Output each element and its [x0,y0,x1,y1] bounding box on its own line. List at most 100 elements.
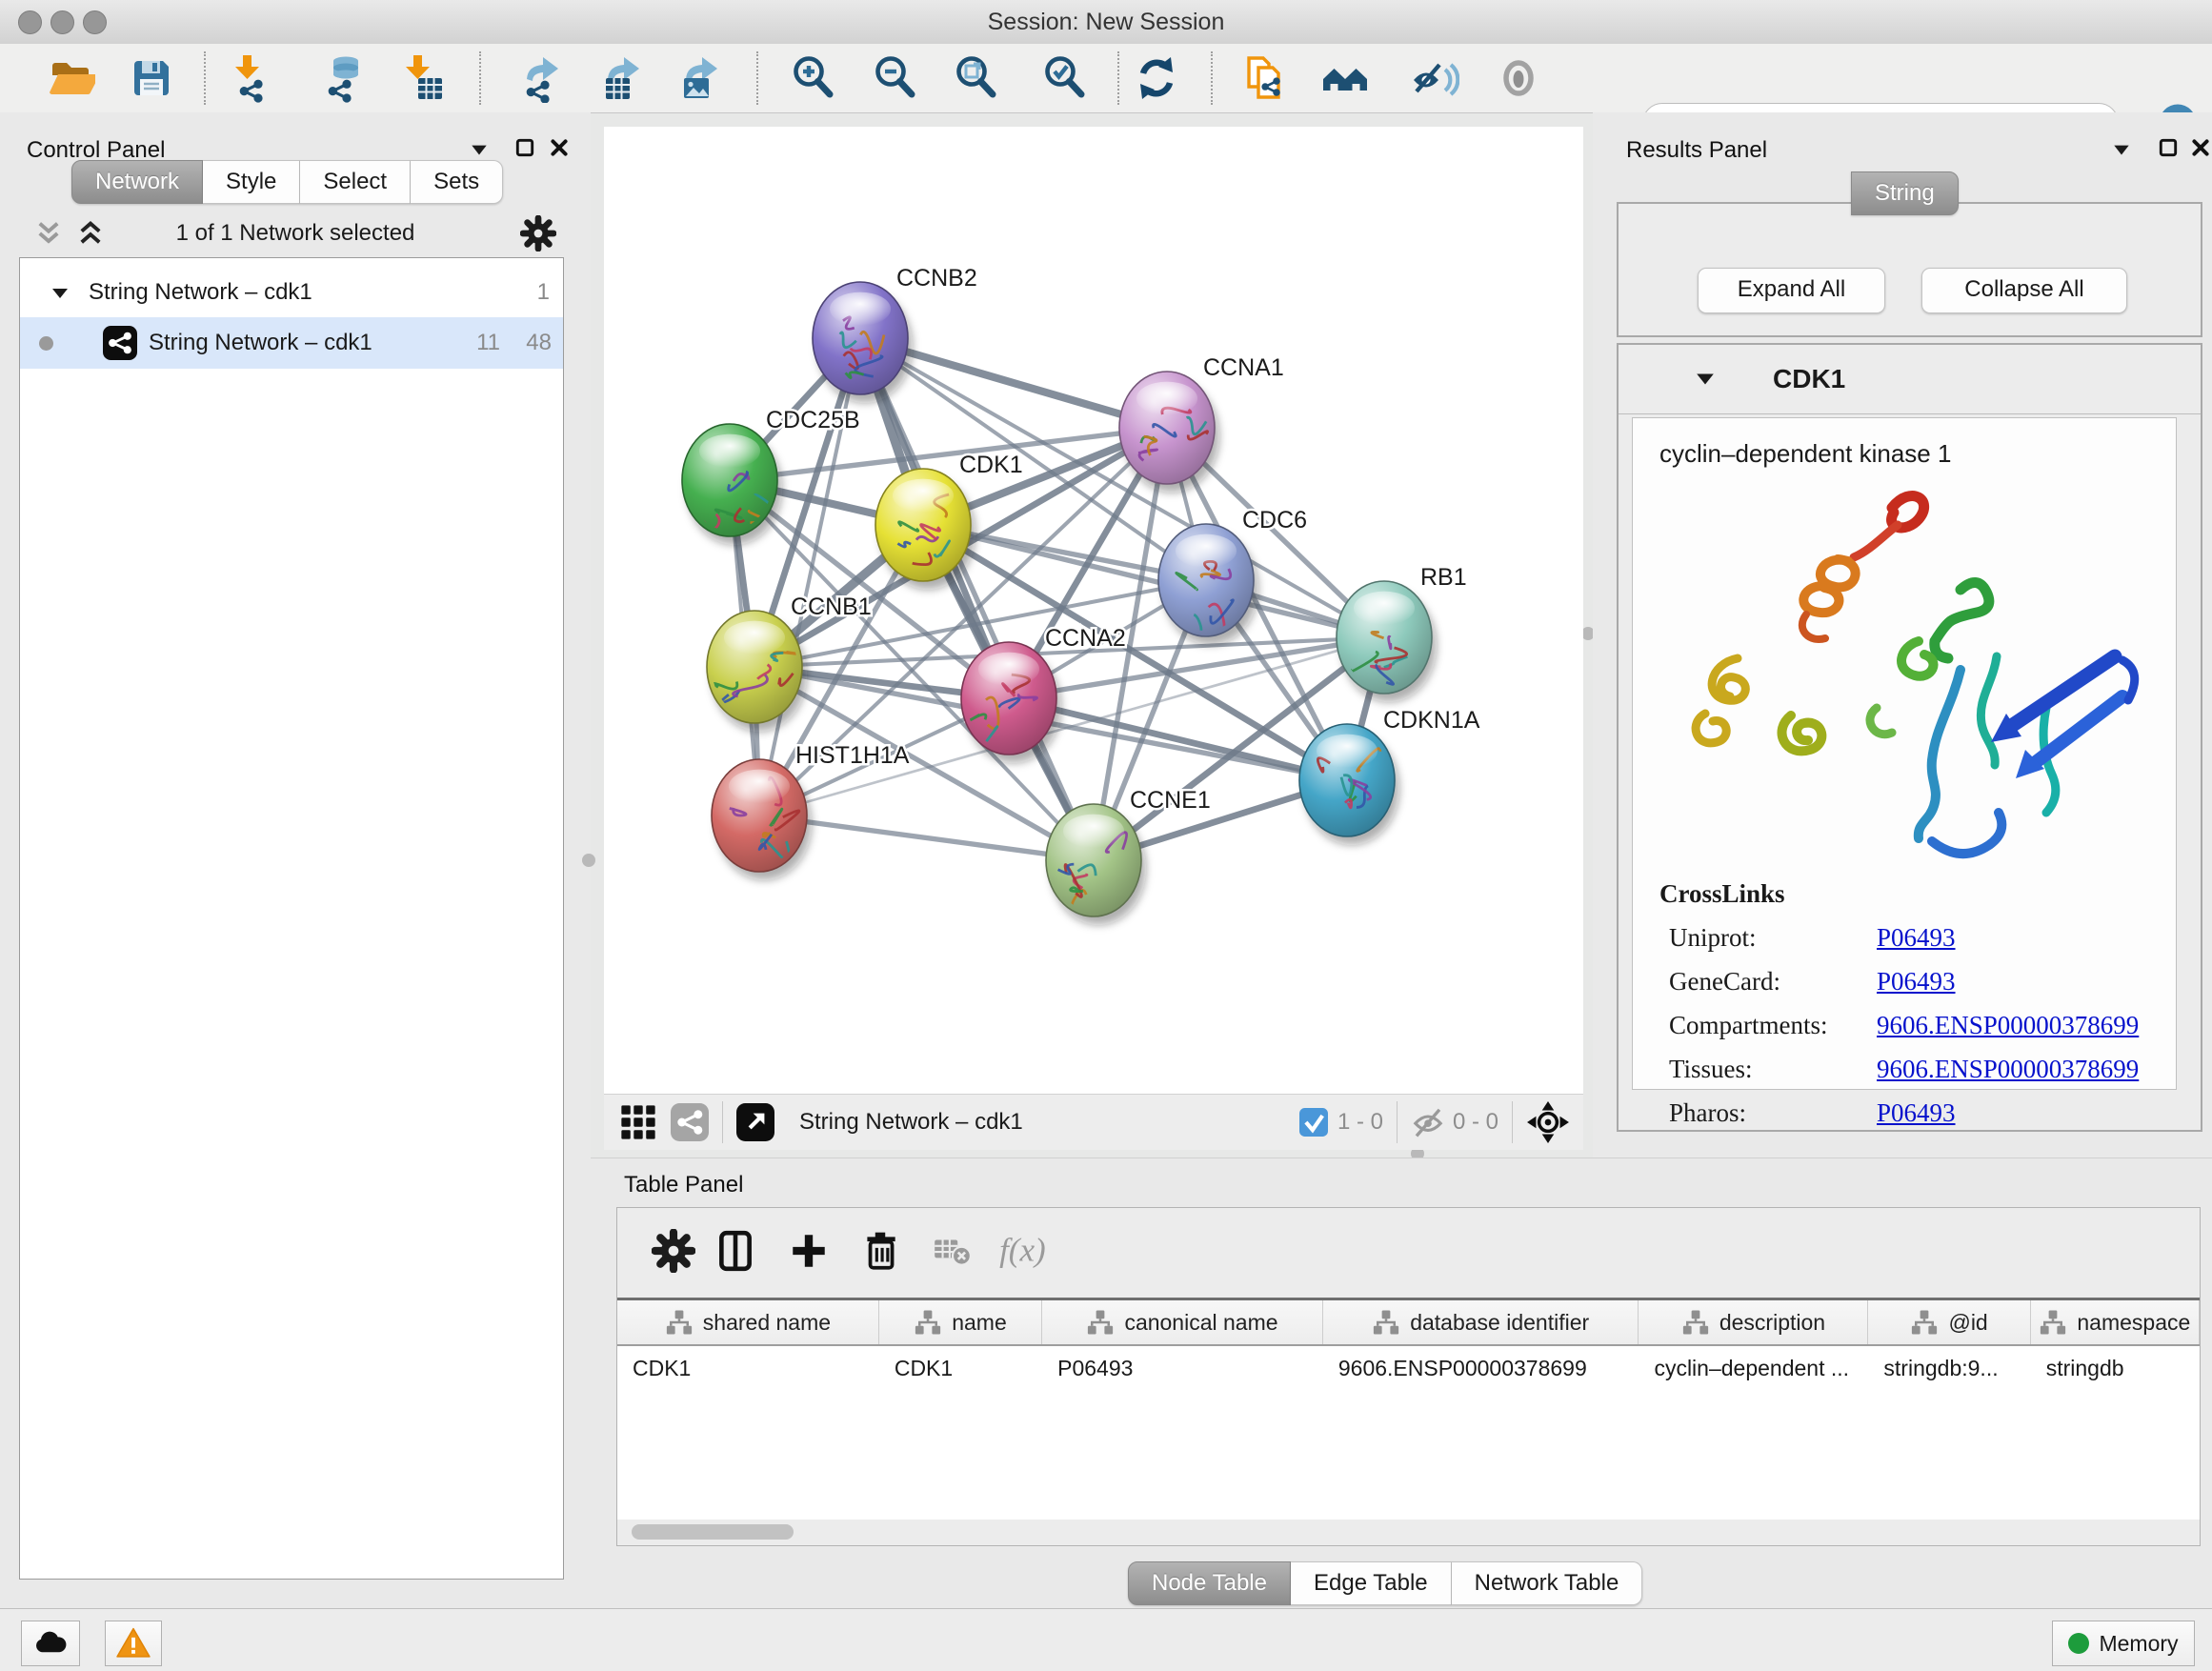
export-image-icon[interactable] [678,53,728,103]
float-panel-icon[interactable] [514,137,535,158]
table-cell[interactable]: cyclin–dependent ... [1639,1346,1868,1390]
network-node-CDK1[interactable] [875,469,975,590]
open-session-icon[interactable] [46,53,95,103]
network-node-CCNB2[interactable] [813,282,913,403]
network-tree: String Network – cdk1 1 String Network –… [19,257,564,1580]
import-network-icon[interactable] [227,53,276,103]
column-header-canonical-name[interactable]: canonical name [1042,1300,1323,1344]
selected-checkbox-icon[interactable] [1299,1108,1328,1137]
float-panel-icon[interactable] [2158,137,2179,158]
tab-style[interactable]: Style [203,160,300,204]
close-panel-icon[interactable] [2190,137,2211,158]
function-builder-icon[interactable]: f(x) [997,1229,1060,1273]
network-node-CCNE1[interactable] [1046,804,1146,925]
network-canvas[interactable]: CCNB2CCNA1CDC25BCDK1CDC6RB1CCNB1CCNA2CDK… [604,127,1583,1094]
columns-icon[interactable] [714,1229,757,1273]
memory-button[interactable]: Memory [2052,1621,2195,1666]
network-node-CDC6[interactable] [1158,524,1258,645]
network-node-CDKN1A[interactable] [1299,724,1399,845]
save-session-icon[interactable] [127,53,176,103]
column-header-database-identifier[interactable]: database identifier [1323,1300,1639,1344]
zoom-fit-icon[interactable] [952,53,1001,103]
birdseye-view-icon[interactable] [736,1103,774,1141]
table-cell[interactable]: P06493 [1042,1346,1323,1390]
hidden-count: 0 - 0 [1453,1109,1498,1136]
gear-icon[interactable] [520,215,556,252]
network-edge[interactable] [860,338,1094,860]
home-icon[interactable] [1320,53,1370,103]
network-view-icon[interactable] [671,1103,709,1141]
tab-edge-table[interactable]: Edge Table [1291,1561,1452,1605]
tab-sets[interactable]: Sets [411,160,503,204]
tab-network-table[interactable]: Network Table [1452,1561,1643,1605]
crosslink-link[interactable]: P06493 [1877,923,1956,953]
column-header-shared-name[interactable]: shared name [617,1300,879,1344]
crosslink-link[interactable]: 9606.ENSP00000378699 [1877,1055,2139,1084]
import-database-icon[interactable] [319,53,369,103]
column-hierarchy-icon [2039,1308,2067,1337]
tab-node-table[interactable]: Node Table [1128,1561,1291,1605]
fit-center-icon[interactable] [1526,1100,1570,1144]
refresh-icon[interactable] [1132,53,1181,103]
tab-select[interactable]: Select [300,160,411,204]
horizontal-scrollbar[interactable] [632,1524,794,1540]
left-splitter-handle[interactable] [582,854,595,867]
crosslink-link[interactable]: P06493 [1877,1098,1956,1128]
document-network-icon[interactable] [1240,53,1290,103]
network-node-CCNA2[interactable] [961,642,1061,763]
crosslink-row: Tissues:9606.ENSP00000378699 [1669,1055,1753,1084]
table-cell[interactable]: stringdb [2031,1346,2200,1390]
column-header-description[interactable]: description [1639,1300,1868,1344]
table-row[interactable]: CDK1CDK1P064939606.ENSP00000378699cyclin… [617,1346,2200,1390]
import-table-icon[interactable] [397,53,447,103]
warning-button[interactable] [105,1621,162,1666]
crosslink-label: GeneCard: [1669,967,1780,996]
close-panel-icon[interactable] [549,137,570,158]
panel-menu-icon[interactable] [2111,139,2132,160]
network-node-CCNA1[interactable] [1119,372,1219,493]
gene-name: CDK1 [1773,364,1845,394]
table-cell[interactable]: CDK1 [617,1346,879,1390]
cloud-button[interactable] [21,1621,80,1666]
collapse-all-icon[interactable] [34,219,63,248]
zoom-in-icon[interactable] [789,53,838,103]
export-network-icon[interactable] [519,53,569,103]
panel-menu-icon[interactable] [469,139,490,160]
tab-string[interactable]: String [1851,171,1959,215]
network-label: String Network – cdk1 [149,330,372,356]
grid-view-icon[interactable] [619,1103,657,1141]
table-cell[interactable]: 9606.ENSP00000378699 [1323,1346,1639,1390]
network-collection-row[interactable]: String Network – cdk1 1 [20,268,563,317]
zoom-selected-icon[interactable] [1040,53,1090,103]
network-row-selected[interactable]: String Network – cdk1 11 48 [20,317,563,369]
results-controls-box: Expand All Collapse All [1617,202,2202,337]
export-table-icon[interactable] [600,53,650,103]
expand-all-button[interactable]: Expand All [1698,268,1885,313]
column-header-name[interactable]: name [879,1300,1042,1344]
expand-all-icon[interactable] [76,219,105,248]
crosslink-link[interactable]: P06493 [1877,967,1956,997]
table-cell[interactable]: CDK1 [879,1346,1042,1390]
tab-network[interactable]: Network [71,160,203,204]
table-cell[interactable]: stringdb:9... [1868,1346,2030,1390]
network-node-CCNB1[interactable] [707,611,807,732]
add-column-icon[interactable] [787,1229,831,1273]
hide-selected-icon[interactable] [1410,53,1459,103]
show-all-icon[interactable] [1494,53,1543,103]
zoom-out-icon[interactable] [871,53,920,103]
node-label-RB1: RB1 [1420,564,1467,591]
collapse-section-icon[interactable] [1695,369,1716,390]
gene-section-header[interactable]: CDK1 [1619,345,2201,414]
column-header-namespace[interactable]: namespace [2031,1300,2200,1344]
tree-expand-icon[interactable] [50,283,70,302]
gear-icon[interactable] [652,1229,695,1273]
delete-table-icon[interactable] [931,1229,975,1273]
column-header--id[interactable]: @id [1868,1300,2030,1344]
main-toolbar: ? [0,44,2212,113]
crosslink-link[interactable]: 9606.ENSP00000378699 [1877,1011,2139,1040]
column-hierarchy-icon [1372,1308,1400,1337]
network-selection-status: 1 of 1 Network selected [114,220,476,247]
network-node-RB1[interactable] [1337,581,1437,702]
collapse-all-button[interactable]: Collapse All [1921,268,2127,313]
delete-column-icon[interactable] [858,1229,902,1273]
